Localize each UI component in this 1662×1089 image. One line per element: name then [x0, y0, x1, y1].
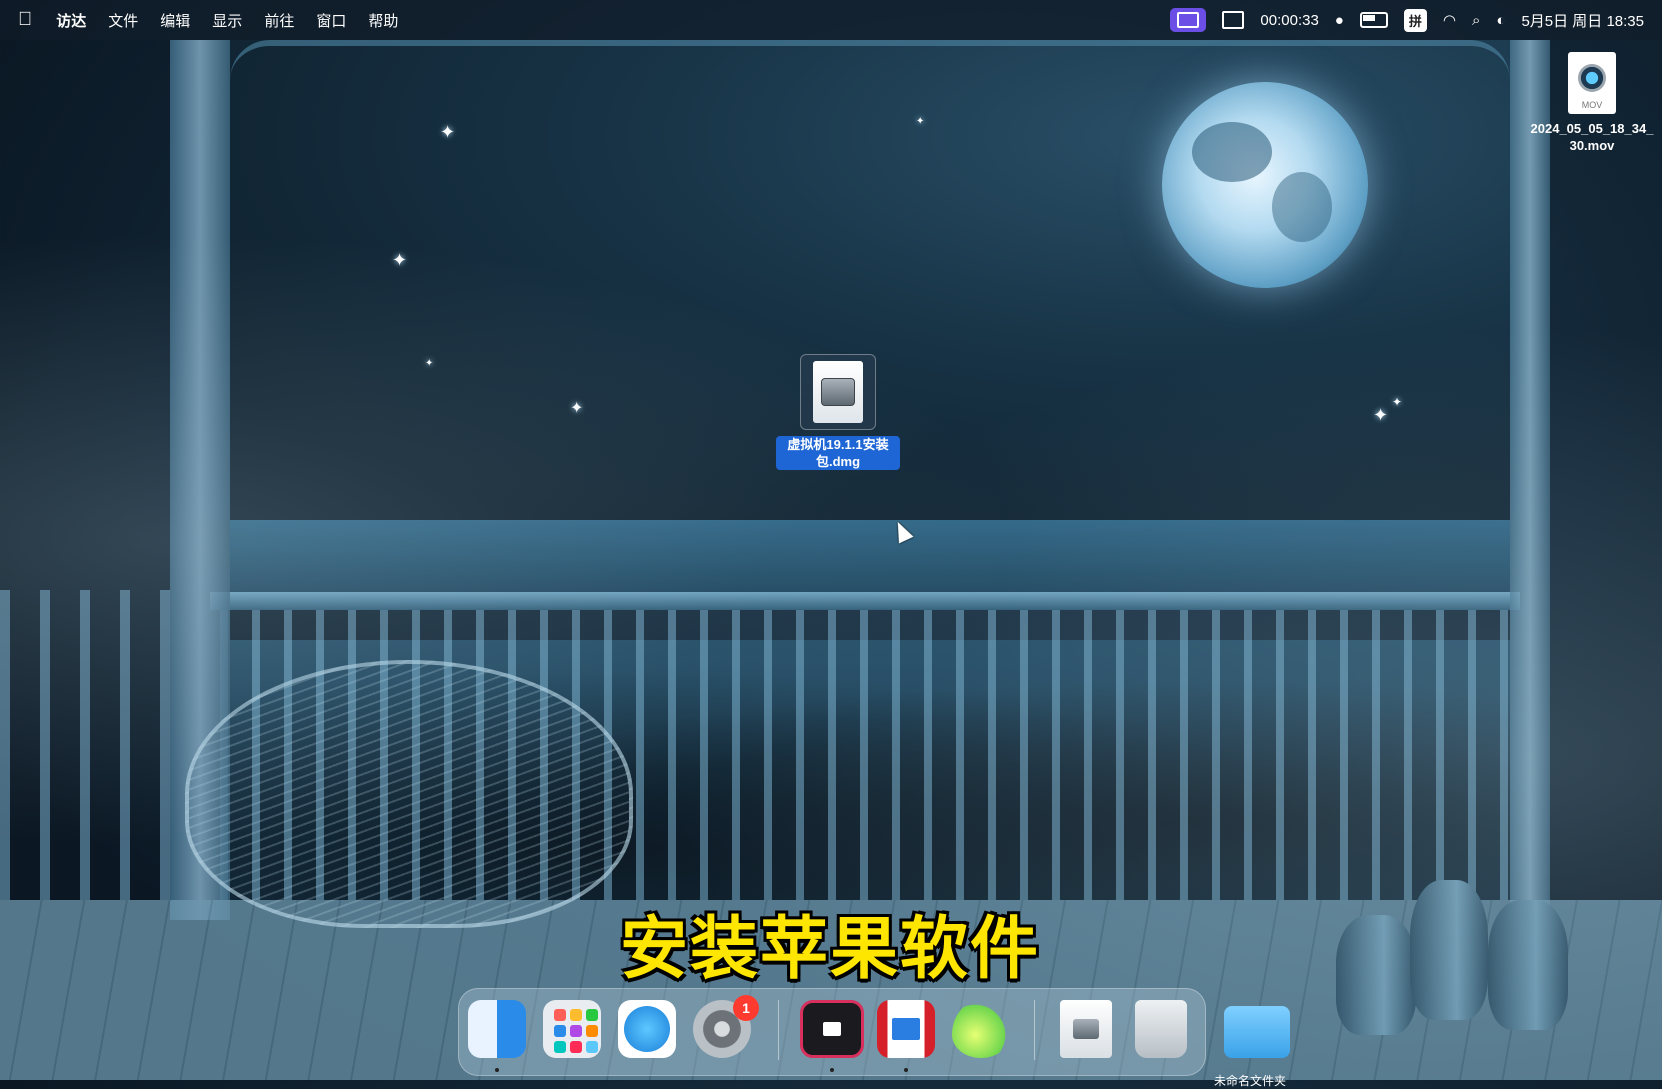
mov-file-label: 2024_05_05_18_34_30.mov: [1530, 121, 1654, 153]
dock-separator: [778, 1000, 779, 1060]
dmg-file-icon: [800, 354, 876, 430]
trash-icon[interactable]: [1135, 1000, 1187, 1058]
recording-timer[interactable]: 00:00:33: [1260, 12, 1318, 29]
menu-finder[interactable]: 访达: [56, 10, 86, 31]
dock-separator: [1034, 1000, 1035, 1060]
launchpad-icon[interactable]: [543, 1000, 601, 1058]
screen-recorder-icon[interactable]: [800, 1000, 864, 1058]
display-icon[interactable]: [1222, 11, 1245, 29]
dmg-file-label: 虚拟机19.1.1安装包.dmg: [776, 436, 900, 470]
battery-icon[interactable]: [1359, 12, 1388, 28]
safari-icon[interactable]: [618, 1000, 676, 1058]
apple-logo-icon[interactable]: : [18, 9, 32, 31]
menu-bar:  访达 文件 编辑 显示 前往 窗口 帮助 00:00:33 ● 拼 ◠ ⌕ …: [0, 0, 1662, 40]
control-center-icon[interactable]: ◐: [1496, 12, 1505, 29]
menu-help[interactable]: 帮助: [368, 10, 398, 31]
running-indicator: [830, 1068, 834, 1072]
menu-file[interactable]: 文件: [108, 10, 138, 31]
quicktime-file-icon: MOV: [1568, 52, 1616, 114]
input-method-indicator[interactable]: 拼: [1403, 8, 1427, 32]
folder-label: 未命名文件夹: [1214, 1074, 1287, 1088]
menu-go[interactable]: 前往: [264, 10, 294, 31]
wifi-icon[interactable]: ◠: [1443, 11, 1456, 29]
desktop-dmg-file[interactable]: 虚拟机19.1.1安装包.dmg: [776, 354, 900, 470]
folder-icon[interactable]: [1224, 1006, 1290, 1058]
mov-badge: MOV: [1581, 100, 1603, 110]
quicktime-lens-icon: [1578, 64, 1606, 92]
running-indicator: [904, 1068, 908, 1072]
video-subtitle: 安装苹果软件: [620, 910, 1041, 989]
desktop-mov-file[interactable]: MOV 2024_05_05_18_34_30.mov: [1527, 52, 1657, 154]
disk-image-icon: [821, 378, 855, 406]
menu-edit[interactable]: 编辑: [160, 10, 190, 31]
menu-view[interactable]: 显示: [212, 10, 242, 31]
notification-badge: 1: [733, 995, 759, 1021]
dmg-file-icon[interactable]: [1060, 1000, 1112, 1058]
menu-window[interactable]: 窗口: [316, 10, 346, 31]
screen-mirroring-icon[interactable]: [1170, 8, 1207, 32]
mouse-icon[interactable]: ●: [1335, 12, 1344, 29]
parallels-icon[interactable]: [877, 1000, 935, 1058]
search-icon[interactable]: ⌕: [1472, 12, 1480, 29]
finder-icon[interactable]: [468, 1000, 526, 1058]
running-indicator: [495, 1068, 499, 1072]
clock-datetime[interactable]: 5月5日 周日 18:35: [1521, 10, 1644, 31]
